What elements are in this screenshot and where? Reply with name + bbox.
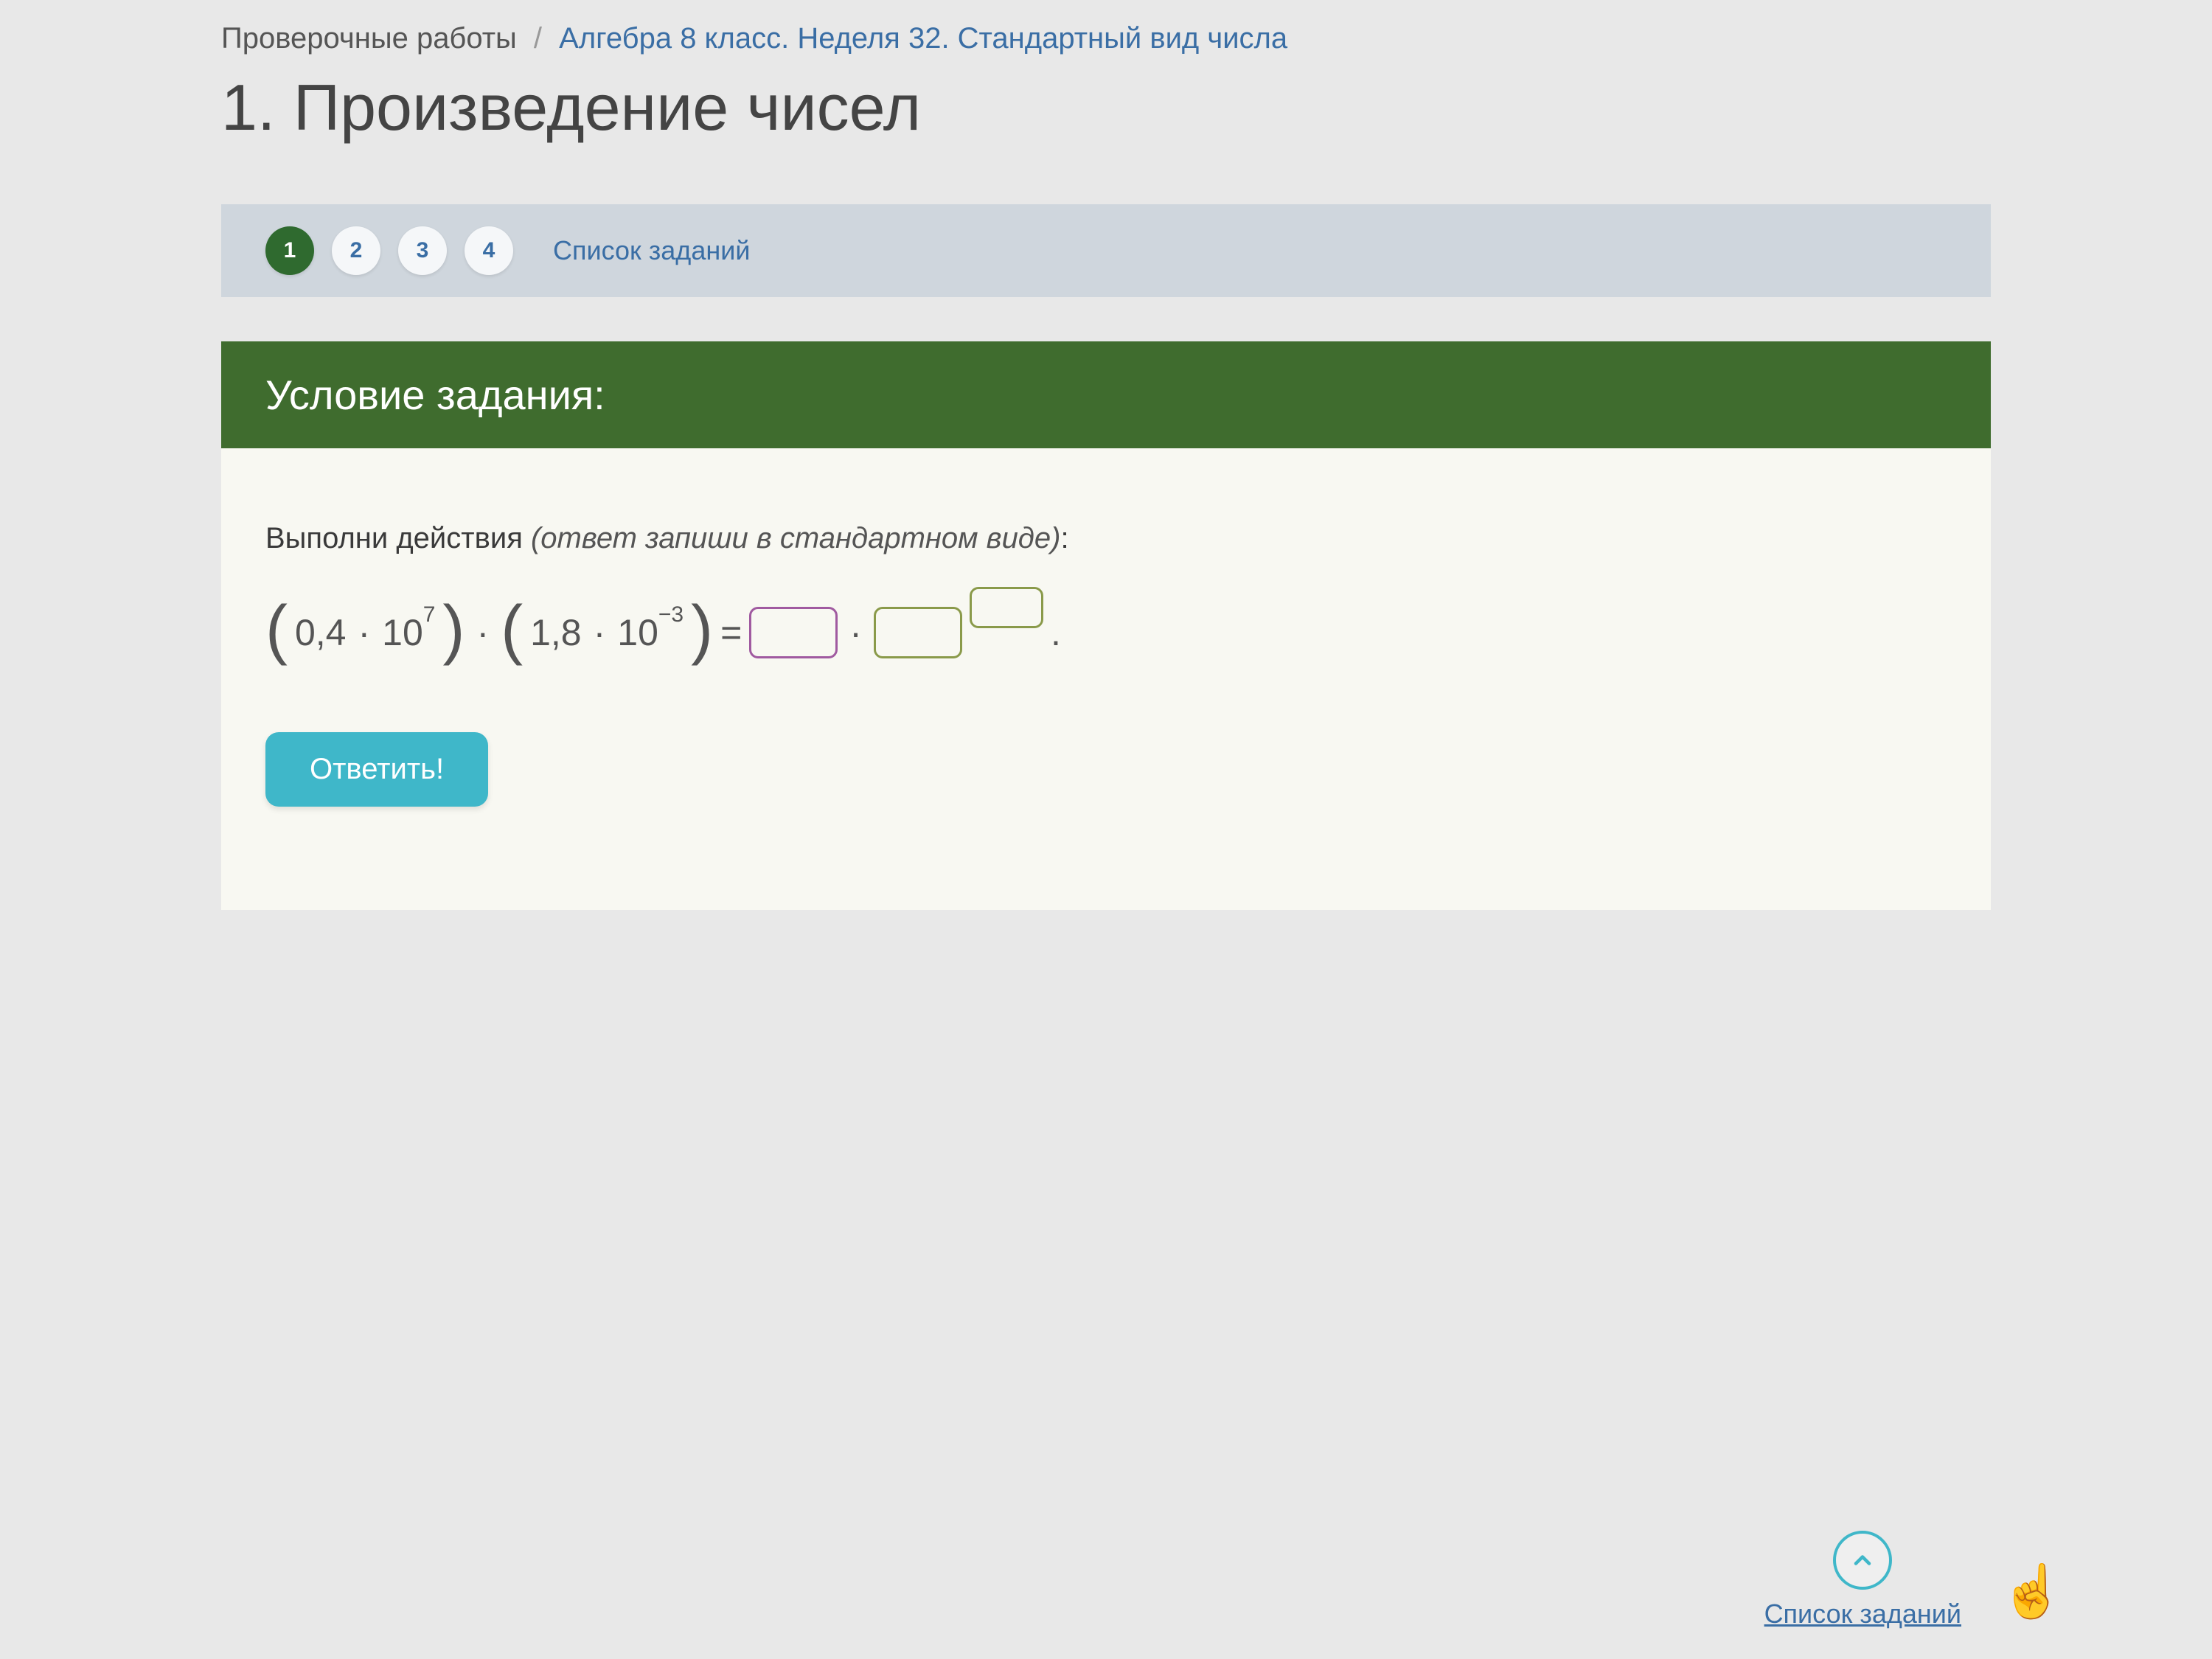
task-nav-item-1[interactable]: 1 [265,226,314,275]
page-title: 1. Произведение чисел [221,70,1991,145]
open-paren-1: ( [265,597,288,663]
math-dot-3: · [594,611,606,654]
math-dot-2: · [476,611,489,654]
math-dot-1: · [358,611,371,654]
task-nav: 1 2 3 4 Список заданий [221,204,1991,297]
instruction-plain: Выполни действия [265,522,531,554]
math-period: . [1051,611,1061,654]
breadcrumb: Проверочные работы / Алгебра 8 класс. Не… [221,15,1991,70]
task-nav-list-link[interactable]: Список заданий [553,235,750,266]
close-paren-1: ) [442,597,465,663]
instruction-italic: (ответ запиши в стандартном виде) [531,522,1061,554]
math-b-exp: −3 [658,602,684,627]
answer-coefficient-input[interactable] [749,607,838,658]
math-a-coef: 0,4 [295,611,347,654]
scroll-top-button[interactable] [1833,1531,1892,1590]
math-dot-4: · [849,611,862,654]
cursor-hand-icon: ☝ [2000,1562,2065,1622]
task-nav-item-2[interactable]: 2 [332,226,380,275]
math-a-exp: 7 [423,602,436,627]
task-content: Выполни действия (ответ запиши в стандар… [221,448,1991,910]
instruction-colon: : [1060,522,1068,554]
math-a-base: 10 [382,612,423,653]
breadcrumb-sep: / [534,22,542,55]
breadcrumb-current-link[interactable]: Алгебра 8 класс. Неделя 32. Стандартный … [559,22,1287,55]
footer-controls: Список заданий [1764,1531,1961,1630]
chevron-up-icon [1849,1547,1876,1573]
answer-base-input[interactable] [874,607,962,658]
open-paren-2: ( [501,597,523,663]
math-equals: = [720,611,742,654]
answer-button[interactable]: Ответить! [265,732,488,807]
task-nav-item-4[interactable]: 4 [465,226,513,275]
breadcrumb-root[interactable]: Проверочные работы [221,22,517,55]
instruction-text: Выполни действия (ответ запиши в стандар… [265,522,1947,555]
answer-exponent-input[interactable] [970,587,1043,628]
math-b-coef: 1,8 [530,611,582,654]
math-b-base: 10 [617,612,658,653]
condition-header: Условие задания: [221,341,1991,448]
task-nav-item-3[interactable]: 3 [398,226,447,275]
math-expression: ( 0,4 · 107 ) · ( 1,8 · 10−3 ) = · . [265,599,1947,666]
close-paren-2: ) [691,597,713,663]
footer-task-list-link[interactable]: Список заданий [1764,1599,1961,1629]
